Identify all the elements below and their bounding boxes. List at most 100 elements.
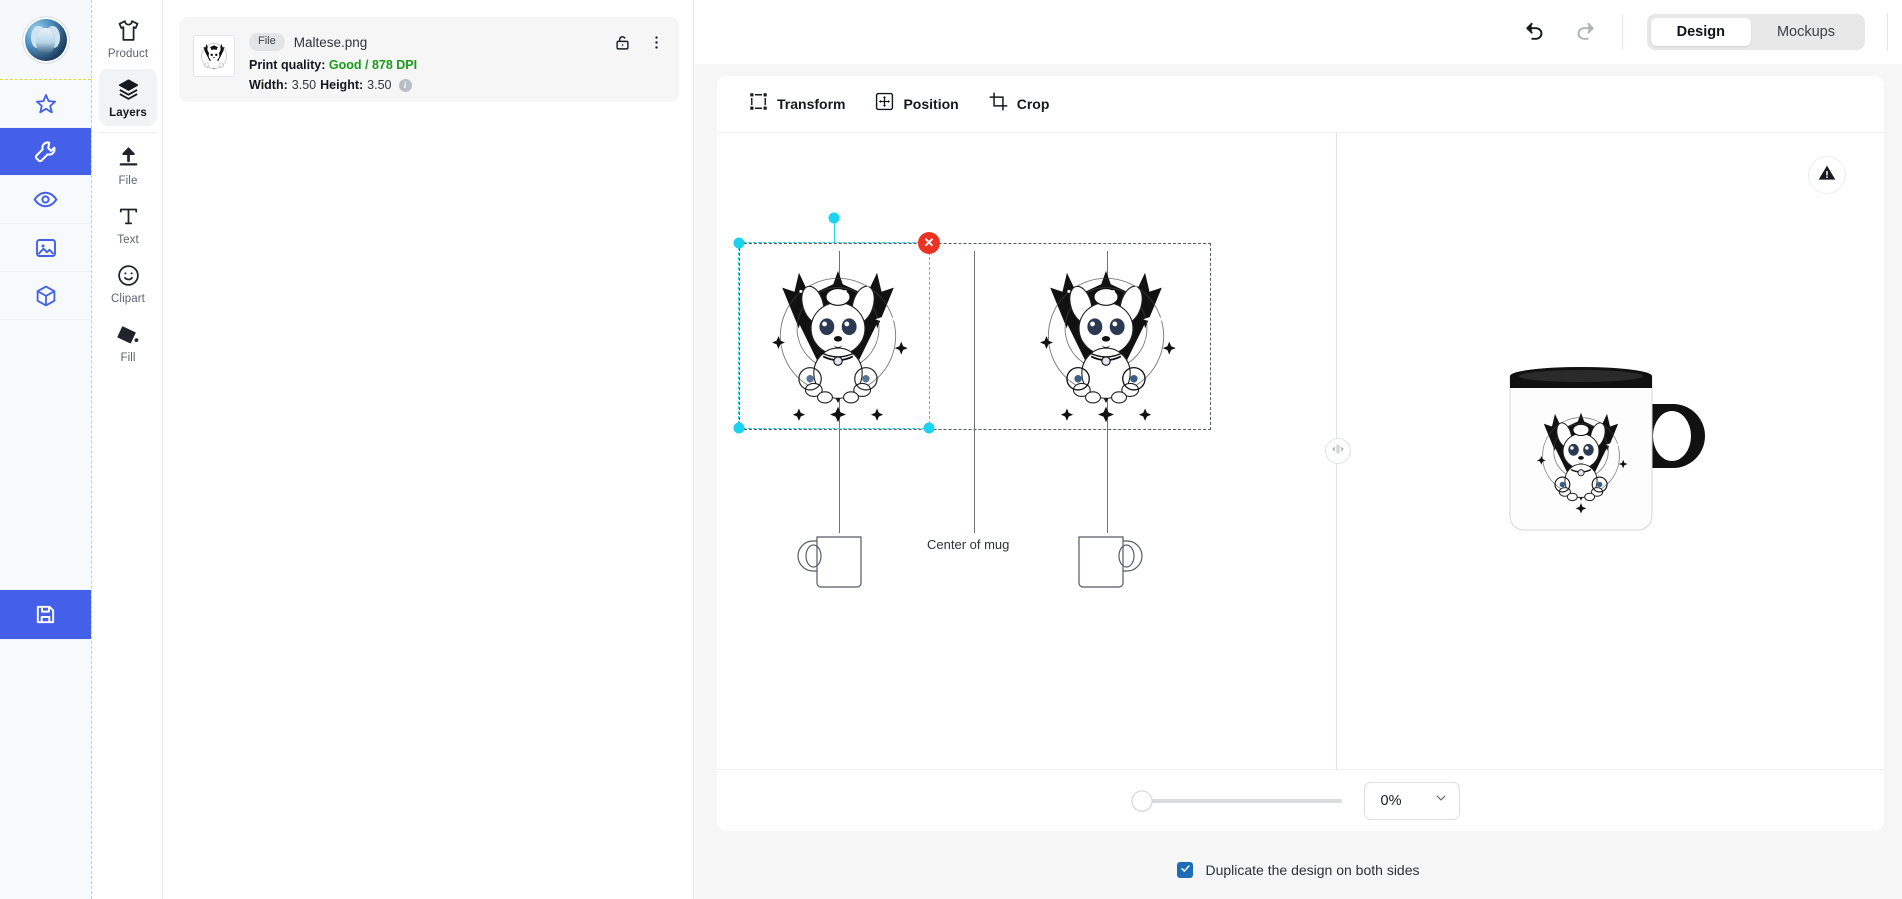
- check-icon: [1180, 861, 1191, 879]
- layers-icon: [116, 77, 141, 102]
- rail-item-preview[interactable]: [0, 176, 91, 224]
- layer-type-pill: File: [249, 33, 285, 51]
- left-icon-rail: [0, 0, 92, 899]
- rail-item-images[interactable]: [0, 224, 91, 272]
- tool-transform[interactable]: Transform: [749, 92, 845, 116]
- position-icon: [875, 92, 894, 116]
- mug-mockup-preview: [1509, 367, 1705, 531]
- tool-separator: [99, 132, 156, 133]
- wrench-icon: [33, 139, 58, 164]
- zoom-slider-knob[interactable]: [1131, 790, 1152, 811]
- toolbar-divider: [1621, 15, 1623, 49]
- tool-column: Product Layers File Text Clipart Fill: [93, 0, 163, 899]
- history-controls: [1524, 19, 1622, 46]
- tool-crop-label: Crop: [1016, 96, 1050, 112]
- tool-fill[interactable]: Fill: [99, 314, 157, 371]
- height-value: 3.50: [367, 78, 392, 92]
- layer-metadata: File Maltese.png Print quality: Good / 8…: [249, 32, 614, 92]
- image-icon: [34, 236, 58, 260]
- eye-icon: [33, 187, 58, 212]
- duplicate-design-checkbox[interactable]: [1177, 861, 1194, 879]
- handle-top-left[interactable]: [733, 237, 745, 249]
- tool-layers-label: Layers: [109, 107, 147, 119]
- work-area: Design Mockups Transform Position Crop ✕…: [695, 0, 1902, 899]
- canvas-toolbar: Transform Position Crop: [717, 76, 1884, 133]
- more-vertical-icon[interactable]: [648, 34, 665, 56]
- smiley-icon: [116, 263, 141, 288]
- tool-crop[interactable]: Crop: [989, 92, 1050, 116]
- avatar-cell: [0, 0, 91, 80]
- layer-filename: Maltese.png: [293, 34, 368, 50]
- tool-clipart[interactable]: Clipart: [99, 255, 157, 312]
- text-icon: [116, 204, 141, 229]
- delete-x-icon[interactable]: ✕: [918, 232, 940, 254]
- warning-badge[interactable]: [1808, 156, 1846, 194]
- mug-outline-right: [1065, 531, 1145, 598]
- design-thumbnail-art: [201, 43, 227, 70]
- mug-outline-left: [795, 531, 875, 598]
- unlock-icon[interactable]: [614, 34, 631, 56]
- zoom-slider[interactable]: [1131, 790, 1342, 811]
- rail-item-3d[interactable]: [0, 272, 91, 320]
- selection-bounding-box[interactable]: ✕: [733, 212, 940, 434]
- rail-item-tools[interactable]: [0, 128, 91, 176]
- preview-panel: [1338, 133, 1884, 769]
- view-mode-tabs: Design Mockups: [1646, 13, 1865, 51]
- center-of-mug-label: Center of mug: [927, 537, 1010, 552]
- tshirt-icon: [116, 18, 141, 43]
- toolbar-divider-right: [1887, 13, 1888, 51]
- design-area[interactable]: ✕ Center of mug: [717, 133, 1337, 769]
- rail-spacer: [0, 320, 91, 590]
- chevron-down-icon: [1434, 791, 1448, 810]
- layer-actions: [614, 32, 665, 56]
- save-icon: [34, 603, 57, 626]
- undo-icon[interactable]: [1524, 19, 1546, 46]
- top-bar: Design Mockups: [695, 0, 1902, 64]
- star-icon: [34, 92, 58, 116]
- zoom-select[interactable]: 0%: [1363, 781, 1460, 820]
- handle-bottom-left[interactable]: [733, 422, 745, 434]
- upload-icon: [116, 145, 141, 170]
- warning-triangle-icon: [1817, 163, 1837, 188]
- tool-fill-label: Fill: [120, 352, 136, 364]
- tool-position[interactable]: Position: [875, 92, 959, 116]
- guide-line-center: [974, 251, 975, 533]
- tool-text[interactable]: Text: [99, 196, 157, 253]
- paint-bucket-icon: [116, 322, 141, 347]
- user-avatar[interactable]: [22, 16, 69, 63]
- height-label: Height:: [320, 78, 364, 92]
- print-quality-value: Good / 878 DPI: [328, 58, 418, 72]
- info-icon[interactable]: i: [398, 78, 412, 92]
- tool-transform-label: Transform: [777, 96, 846, 112]
- tool-product[interactable]: Product: [99, 10, 157, 67]
- rail-item-save[interactable]: [0, 590, 91, 640]
- tool-file[interactable]: File: [99, 137, 157, 194]
- width-label: Width:: [249, 78, 288, 92]
- tool-file-label: File: [118, 175, 138, 187]
- design-artwork-right[interactable]: [1013, 243, 1199, 429]
- tool-position-label: Position: [903, 96, 959, 112]
- layer-title-row: File Maltese.png: [249, 33, 614, 51]
- layer-item[interactable]: File Maltese.png Print quality: Good / 8…: [179, 17, 679, 102]
- crop-icon: [989, 92, 1008, 116]
- tool-clipart-label: Clipart: [111, 293, 145, 305]
- tab-mockups[interactable]: Mockups: [1751, 18, 1861, 47]
- handle-bottom-right[interactable]: [923, 422, 935, 434]
- zoom-value: 0%: [1380, 792, 1402, 809]
- tool-layers[interactable]: Layers: [99, 69, 157, 126]
- duplicate-design-label: Duplicate the design on both sides: [1205, 862, 1420, 878]
- layer-print-quality: Print quality: Good / 878 DPI: [249, 58, 614, 72]
- canvas-stage: ✕ Center of mug: [717, 133, 1884, 769]
- tab-design[interactable]: Design: [1650, 17, 1751, 47]
- tool-product-label: Product: [107, 48, 149, 60]
- layer-dimensions: Width: 3.50 Height: 3.50 i: [249, 78, 614, 92]
- transform-icon: [749, 92, 768, 116]
- layers-panel: File Maltese.png Print quality: Good / 8…: [164, 0, 694, 899]
- footer-bar: Duplicate the design on both sides: [695, 841, 1902, 899]
- app-root: Product Layers File Text Clipart Fill Fi…: [0, 0, 1902, 899]
- tool-text-label: Text: [117, 234, 139, 246]
- canvas-card: Transform Position Crop ✕ Center of mug …: [717, 76, 1884, 831]
- redo-icon[interactable]: [1574, 19, 1596, 46]
- rail-item-favorites[interactable]: [0, 80, 91, 128]
- rotate-handle[interactable]: [828, 212, 840, 224]
